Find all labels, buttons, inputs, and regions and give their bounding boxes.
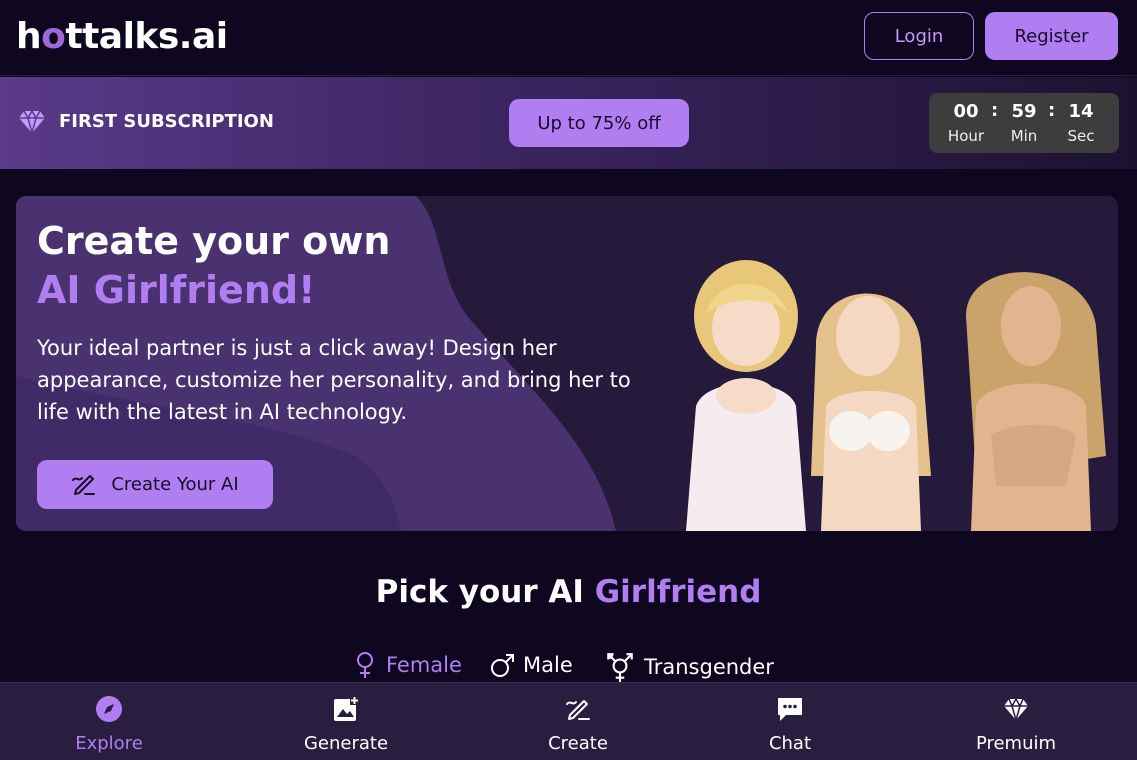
transgender-icon [607, 653, 633, 682]
timer-minutes-label: Min [1010, 127, 1038, 145]
nav-item-create[interactable]: Create [498, 683, 658, 760]
hottalks-logo[interactable]: hottalks.ai [16, 14, 228, 60]
pick-section-title: Pick your AI Girlfriend [0, 574, 1137, 610]
timer-separator: : [1048, 100, 1056, 121]
nav-item-premium[interactable]: Premuim [936, 683, 1096, 760]
nav-item-generate[interactable]: Generate [266, 683, 426, 760]
chat-bubble-icon [778, 698, 802, 721]
gender-filter-male[interactable]: Male [489, 651, 573, 679]
female-icon [357, 652, 373, 678]
logo-text-suffix: ttalks.ai [65, 16, 228, 57]
gender-filter-female-label: Female [386, 653, 462, 677]
timer-seconds: 14 [1068, 101, 1094, 122]
discount-button[interactable]: Up to 75% off [509, 99, 689, 147]
nav-item-premium-label: Premuim [975, 733, 1057, 754]
nav-item-explore[interactable]: Explore [29, 683, 189, 760]
register-button[interactable]: Register [985, 12, 1118, 60]
pen-edit-icon [72, 474, 96, 495]
nav-item-create-label: Create [548, 733, 608, 754]
diamond-icon [1004, 697, 1028, 723]
top-header: hottalks.ai Login Register [0, 0, 1137, 76]
timer-minutes: 59 [1011, 101, 1037, 122]
diamond-icon [19, 109, 45, 135]
countdown-timer: 00 : 59 : 14 Hour Min Sec [929, 93, 1119, 153]
male-icon [491, 654, 514, 677]
logo-text-prefix: h [16, 16, 42, 57]
logo-text-accent: o [41, 16, 66, 57]
create-your-ai-label: Create Your AI [111, 474, 239, 495]
gender-filter-female[interactable]: Female [352, 651, 462, 679]
compass-icon [96, 696, 122, 722]
timer-hours-label: Hour [947, 127, 985, 145]
pick-title-accent: Girlfriend [594, 574, 762, 610]
image-add-icon [334, 696, 359, 721]
pick-title-prefix: Pick your AI [375, 574, 595, 610]
gender-filter-transgender-label: Transgender [644, 655, 774, 679]
ai-girlfriends-illustration [686, 260, 1106, 531]
hero-banner: Create your own AI Girlfriend! Your idea… [16, 196, 1118, 531]
gender-filter-male-label: Male [523, 653, 573, 677]
bottom-navigation: Explore Generate Create Chat Premuim [0, 682, 1137, 760]
login-button[interactable]: Login [864, 12, 974, 60]
hero-title-accent: AI Girlfriend! [37, 268, 316, 312]
nav-item-chat[interactable]: Chat [710, 683, 870, 760]
timer-hours: 00 [953, 101, 979, 122]
timer-separator: : [991, 100, 999, 121]
pen-edit-icon [566, 700, 590, 720]
promo-banner: FIRST SUBSCRIPTION Up to 75% off 00 : 59… [0, 77, 1137, 169]
nav-item-generate-label: Generate [303, 733, 389, 754]
hero-description: Your ideal partner is just a click away!… [37, 336, 631, 424]
nav-item-chat-label: Chat [768, 733, 812, 754]
hero-title: Create your own [37, 219, 391, 263]
promo-title: FIRST SUBSCRIPTION [59, 111, 274, 132]
create-your-ai-button[interactable]: Create Your AI [37, 460, 273, 509]
gender-filter-transgender[interactable]: Transgender [604, 651, 774, 683]
nav-item-explore-label: Explore [75, 733, 143, 754]
timer-seconds-label: Sec [1067, 127, 1095, 145]
